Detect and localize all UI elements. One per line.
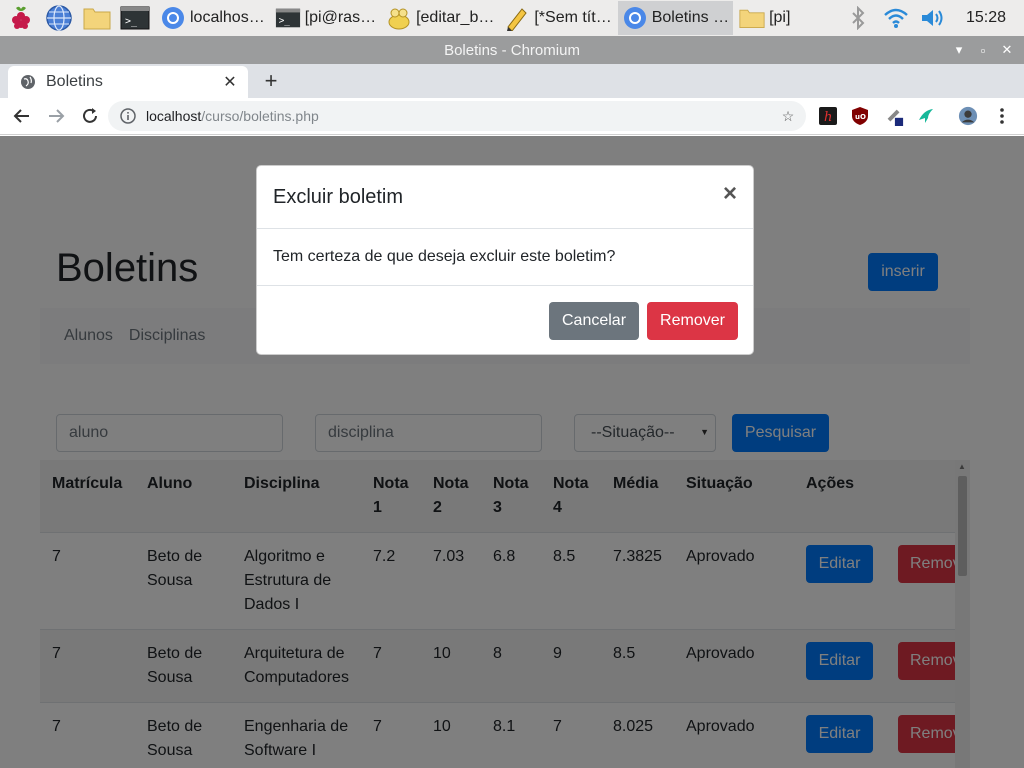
volume-icon[interactable] (918, 1, 950, 35)
reload-icon[interactable] (74, 100, 106, 132)
file-manager-icon[interactable] (80, 1, 114, 35)
minimize-icon[interactable]: ▾ (948, 39, 970, 61)
taskbar-task-label: Boletins … (651, 9, 730, 26)
taskbar-task-label: [editar_b… (416, 9, 495, 26)
profile-avatar-icon[interactable] (958, 106, 978, 126)
close-window-icon[interactable]: ✕ (996, 39, 1018, 61)
address-bar[interactable]: localhost/curso/boletins.php ☆ (108, 101, 806, 131)
geany-icon (386, 5, 412, 31)
taskbar-task-label: localhos… (190, 9, 265, 26)
modal-title: Excluir boletim (273, 185, 404, 208)
taskbar-task-localhost[interactable]: localhos… (156, 1, 269, 35)
tab-boletins[interactable]: Boletins ✕ (8, 66, 248, 98)
window-title: Boletins - Chromium (444, 41, 580, 59)
hummingbird-extension-icon[interactable] (916, 106, 936, 126)
globe-icon (21, 75, 35, 89)
svg-text:h: h (824, 110, 832, 125)
taskbar-task-label: [*Sem tít… (534, 9, 612, 26)
forward-arrow-icon[interactable] (40, 100, 72, 132)
modal-message: Tem certeza de que deseja excluir este b… (273, 248, 616, 265)
taskbar-task-terminal[interactable]: >_ [pi@ras… (271, 1, 380, 35)
web-browser-globe-icon[interactable] (42, 1, 76, 35)
bluetooth-icon[interactable] (842, 1, 874, 35)
os-taskbar: >_ localhos… >_ [pi@ras… [editar_b… [*Se… (0, 0, 1024, 36)
folder-icon (739, 5, 765, 31)
ublock-shield-icon[interactable]: uO (850, 106, 870, 126)
modal-body: Tem certeza de que deseja excluir este b… (257, 229, 753, 286)
browser-toolbar: localhost/curso/boletins.php ☆ h uO (0, 98, 1024, 135)
modal-footer: Cancelar Remover (257, 287, 753, 355)
new-tab-button[interactable]: + (258, 68, 284, 94)
window-titlebar[interactable]: Boletins - Chromium ▾ ▫ ✕ (0, 36, 1024, 64)
page-viewport: Boletins inserir Alunos Disciplinas alun… (0, 136, 1024, 768)
cancel-button[interactable]: Cancelar (549, 302, 639, 340)
tab-title: Boletins (46, 73, 103, 90)
chromium-icon (622, 5, 648, 31)
modal-close-icon[interactable]: × (723, 182, 737, 206)
svg-text:>_: >_ (278, 16, 290, 27)
clock: 15:28 (965, 9, 1006, 26)
svg-text:uO: uO (855, 113, 866, 121)
svg-text:>_: >_ (125, 16, 138, 27)
taskbar-task-label: [pi] (769, 9, 791, 26)
delete-confirm-modal: Excluir boletim × Tem certeza de que des… (256, 165, 754, 355)
maximize-icon[interactable]: ▫ (972, 39, 994, 61)
url-host: localhost (146, 108, 202, 124)
terminal-icon: >_ (275, 5, 301, 31)
raspberry-menu-icon[interactable] (4, 1, 38, 35)
terminal-launcher-icon[interactable]: >_ (118, 1, 152, 35)
wifi-icon[interactable] (880, 1, 912, 35)
taskbar-task-geany[interactable]: [editar_b… (382, 1, 498, 35)
confirm-remove-button[interactable]: Remover (647, 302, 738, 340)
url-path: /curso/boletins.php (201, 108, 319, 124)
tab-strip: Boletins ✕ + (0, 64, 1024, 98)
chromium-icon (160, 5, 186, 31)
menu-kebab-icon[interactable] (992, 106, 1012, 126)
modal-header: Excluir boletim (257, 166, 753, 229)
eyedropper-extension-icon[interactable] (884, 106, 904, 126)
bookmark-star-icon[interactable]: ☆ (778, 106, 798, 126)
taskbar-task-folder-pi[interactable]: [pi] (735, 1, 794, 35)
taskbar-task-boletins[interactable]: Boletins … (617, 1, 734, 35)
taskbar-task-text-editor[interactable]: [*Sem tít… (500, 1, 615, 35)
close-tab-icon[interactable]: ✕ (220, 72, 240, 92)
taskbar-task-label: [pi@ras… (304, 9, 377, 26)
back-arrow-icon[interactable] (6, 100, 38, 132)
text-editor-icon (504, 5, 530, 31)
h-extension-icon[interactable]: h (818, 106, 838, 126)
info-icon[interactable] (120, 108, 136, 124)
